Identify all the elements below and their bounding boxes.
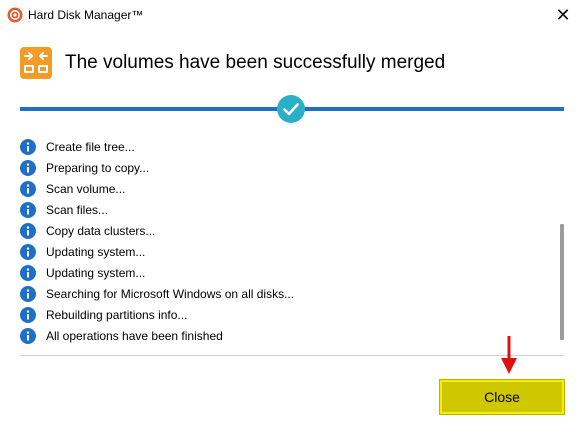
info-icon (20, 138, 36, 155)
log-item-text: Preparing to copy... (46, 160, 150, 175)
info-icon (20, 159, 36, 176)
window-close-button[interactable]: ✕ (540, 0, 586, 30)
log-item-text: Rebuilding partitions info... (46, 307, 188, 322)
info-icon (20, 243, 36, 260)
log-item: Updating system... (20, 262, 145, 283)
close-icon: ✕ (555, 4, 571, 25)
log-item: Scan volume... (20, 178, 125, 199)
info-icon (20, 180, 36, 197)
app-logo-icon (7, 7, 23, 23)
footer-divider (20, 355, 564, 356)
merge-volumes-icon (20, 47, 52, 79)
log-item: Rebuilding partitions info... (20, 304, 187, 325)
title-bar: Hard Disk Manager™ ✕ (0, 0, 586, 30)
log-item-text: Copy data clusters... (46, 223, 156, 238)
log-item-text: Create file tree... (46, 139, 135, 154)
log-item-text: Searching for Microsoft Windows on all d… (46, 286, 295, 301)
log-item-text: All operations have been finished (46, 328, 223, 343)
log-item: Create file tree... (20, 136, 135, 157)
log-item-text: Updating system... (46, 244, 146, 259)
window-title: Hard Disk Manager™ (28, 8, 144, 22)
checkmark-icon (277, 95, 305, 123)
info-icon (20, 222, 36, 239)
info-icon (20, 306, 36, 323)
info-icon (20, 264, 36, 281)
log-item: Copy data clusters... (20, 220, 155, 241)
red-arrow-icon (501, 336, 517, 374)
log-item: Scan files... (20, 199, 108, 220)
log-list[interactable]: Create file tree... Preparing to copy...… (20, 134, 564, 349)
log-item-text: Updating system... (46, 265, 146, 280)
log-item-text: Scan volume... (46, 181, 126, 196)
log-item: Searching for Microsoft Windows on all d… (20, 283, 294, 304)
log-item: Updating system... (20, 241, 145, 262)
close-button[interactable]: Close (439, 379, 565, 415)
info-icon (20, 201, 36, 218)
log-item: All operations have been finished (20, 325, 223, 346)
page-title: The volumes have been successfully merge… (65, 52, 446, 73)
log-item: Preparing to copy... (20, 157, 149, 178)
log-scrollbar-thumb[interactable] (560, 224, 564, 340)
log-item-text: Scan files... (46, 202, 109, 217)
info-icon (20, 285, 36, 302)
info-icon (20, 327, 36, 344)
